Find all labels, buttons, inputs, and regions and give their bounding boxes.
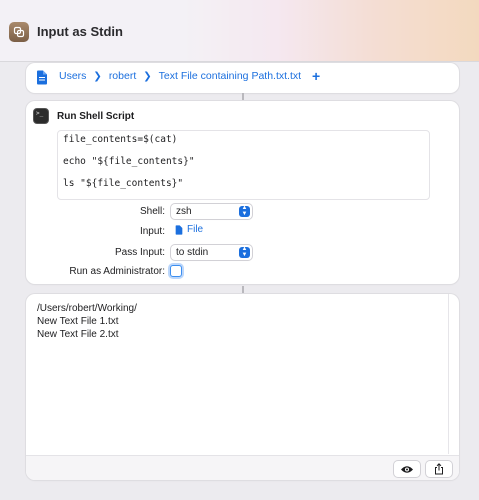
output-line: /Users/robert/Working/ — [37, 303, 137, 314]
path-segment-users[interactable]: Users — [57, 69, 88, 83]
output-line: New Text File 1.txt — [37, 316, 119, 327]
share-icon — [435, 463, 443, 475]
share-button[interactable] — [426, 461, 452, 477]
add-path-button[interactable]: + — [312, 69, 320, 83]
script-editor[interactable]: file_contents=$(cat) echo "${file_conten… — [57, 130, 430, 200]
window-title: Input as Stdin — [37, 24, 123, 39]
output-card: /Users/robert/Working/ New Text File 1.t… — [26, 294, 459, 480]
pass-input-select-value: to stdin — [176, 247, 209, 258]
shell-select-value: zsh — [176, 206, 192, 217]
output-scrollbar[interactable] — [448, 294, 449, 454]
path-segment-robert[interactable]: robert — [107, 69, 138, 83]
document-icon — [37, 70, 47, 85]
script-line: file_contents=$(cat) — [63, 134, 178, 145]
run-as-admin-label: Run as Administrator: — [69, 266, 165, 277]
stepper-icon: ▲ ▼ — [239, 246, 250, 258]
action-connector — [242, 93, 244, 101]
shell-label: Shell: — [139, 206, 165, 217]
chevron-right-icon: ❯ — [143, 70, 152, 82]
path-segment-file[interactable]: Text File containing Path.txt.txt — [157, 69, 303, 83]
chevron-right-icon: ❯ — [93, 70, 102, 82]
layers-icon — [13, 26, 25, 38]
action-title: Run Shell Script — [57, 111, 135, 122]
pass-input-label: Pass Input: — [114, 247, 165, 258]
action-connector — [242, 286, 244, 294]
run-shell-script-card[interactable]: >_ Run Shell Script file_contents=$(cat)… — [26, 101, 459, 284]
quick-look-button[interactable] — [394, 461, 420, 477]
input-file-token[interactable]: File — [175, 224, 203, 235]
input-label: Input: — [139, 226, 165, 237]
output-line: New Text File 2.txt — [37, 329, 119, 340]
script-line: ls "${file_contents}" — [63, 178, 184, 189]
file-action-card[interactable]: Users ❯ robert ❯ Text File containing Pa… — [26, 63, 459, 93]
script-line: echo "${file_contents}" — [63, 156, 195, 167]
title-bar: Input as Stdin — [0, 0, 479, 62]
terminal-icon: >_ — [33, 108, 49, 124]
output-footer — [26, 455, 459, 480]
stepper-icon: ▲ ▼ — [239, 205, 250, 217]
pass-input-select[interactable]: to stdin ▲ ▼ — [171, 245, 252, 260]
run-as-admin-checkbox[interactable] — [170, 265, 182, 277]
document-icon — [175, 224, 183, 235]
eye-icon — [401, 465, 413, 473]
shell-select[interactable]: zsh ▲ ▼ — [171, 204, 252, 219]
file-path-breadcrumb: Users ❯ robert ❯ Text File containing Pa… — [57, 69, 320, 83]
input-file-value: File — [187, 224, 204, 235]
shortcuts-app-icon — [9, 22, 29, 42]
output-text[interactable]: /Users/robert/Working/ New Text File 1.t… — [37, 302, 137, 341]
